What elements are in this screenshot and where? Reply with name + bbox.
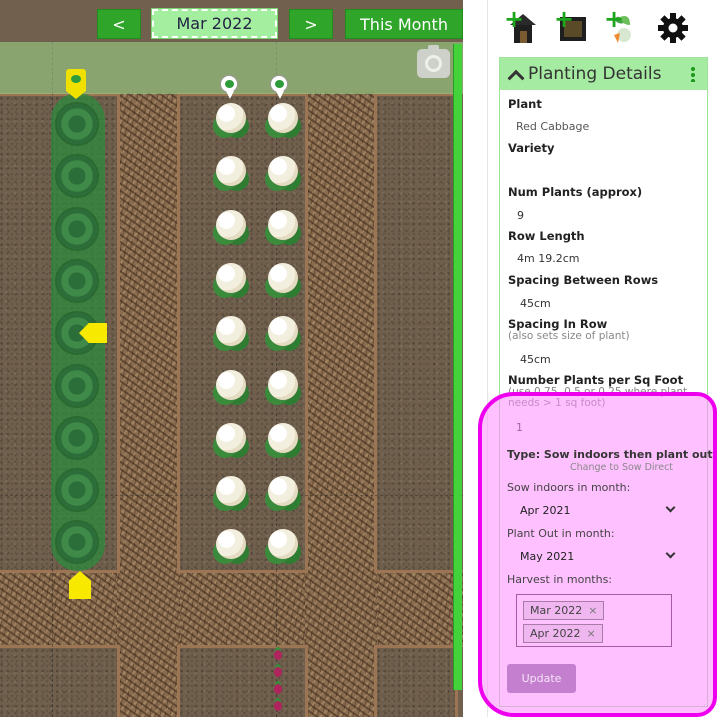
spacing-between-rows-label: Spacing Between Rows [508, 273, 659, 287]
num-plants-value[interactable]: 9 [517, 209, 524, 222]
remove-icon[interactable]: × [587, 627, 596, 640]
variety-label: Variety [508, 141, 555, 155]
harvest-month-chip: Apr 2022 × [523, 624, 603, 643]
plant-out-label: Plant Out in month: [507, 527, 615, 540]
garden-bed[interactable] [177, 645, 308, 717]
harvest-month-text: Mar 2022 [530, 604, 583, 617]
plants-per-sqft-label: Number Plants per Sq Foot [508, 373, 684, 387]
harvest-label: Harvest in months: [507, 573, 613, 586]
add-structure-icon[interactable]: + [504, 7, 540, 45]
cauliflower-plant[interactable] [216, 209, 246, 240]
cabbage-plant[interactable] [57, 470, 97, 511]
cauliflower-plant[interactable] [268, 369, 298, 400]
cabbage-plant[interactable] [57, 208, 97, 249]
card-title: Planting Details [528, 64, 662, 84]
spacing-in-row-hint: (also sets size of plant) [508, 330, 630, 342]
beetroot-plant[interactable] [274, 650, 282, 660]
sowing-type-label: Type: Sow indoors then plant out [507, 448, 713, 461]
sow-indoors-select[interactable]: Apr 2021 [510, 497, 680, 523]
cauliflower-plant[interactable] [268, 316, 298, 347]
this-month-button[interactable]: This Month [345, 9, 463, 39]
cauliflower-plant[interactable] [216, 262, 246, 293]
garden-bed[interactable] [0, 645, 120, 717]
harvest-month-chip: Mar 2022 × [523, 601, 605, 620]
mulch-path [305, 93, 377, 717]
vertical-scrollbar[interactable] [453, 44, 462, 690]
app-root: < Mar 2022 > This Month + + + Planting D… [0, 0, 717, 717]
cauliflower-plant[interactable] [268, 262, 298, 293]
plant-marker[interactable] [270, 75, 288, 99]
beetroot-plant[interactable] [274, 684, 282, 694]
sow-indoors-value: Apr 2021 [520, 503, 571, 517]
plant-label: Plant [508, 97, 542, 111]
cabbage-plant[interactable] [57, 104, 97, 144]
cabbage-plant[interactable] [57, 365, 97, 406]
plant-value: Red Cabbage [516, 120, 590, 133]
chevron-down-icon [665, 502, 676, 513]
cauliflower-plant[interactable] [268, 422, 298, 453]
more-menu-icon[interactable] [691, 66, 695, 82]
harvest-month-text: Apr 2022 [530, 627, 581, 640]
cabbage-plant[interactable] [57, 260, 97, 301]
cauliflower-plant[interactable] [216, 422, 246, 453]
cauliflower-plant[interactable] [216, 103, 246, 133]
cauliflower-plant[interactable] [268, 476, 298, 507]
plant-out-select[interactable]: May 2021 [510, 543, 680, 569]
plant-dot-icon [71, 75, 81, 83]
mulch-path [117, 93, 180, 717]
cabbage-plant[interactable] [57, 417, 97, 458]
beetroot-plant[interactable] [274, 667, 282, 677]
plant-out-value: May 2021 [520, 549, 575, 563]
garden-bed[interactable] [374, 645, 458, 717]
add-plant-icon[interactable]: + [604, 7, 640, 45]
chevron-up-icon[interactable] [507, 69, 525, 87]
card-header[interactable]: Planting Details [500, 58, 707, 90]
plant-dot-icon [275, 80, 284, 88]
selected-plant-marker[interactable] [66, 69, 86, 99]
cauliflower-plant[interactable] [216, 369, 246, 400]
spacing-in-row-label: Spacing In Row [508, 317, 608, 331]
harvest-months-multiselect[interactable]: Mar 2022 × Apr 2022 × [516, 594, 672, 647]
cauliflower-plant[interactable] [268, 209, 298, 240]
cauliflower-plant[interactable] [268, 103, 298, 133]
row-length-value[interactable]: 4m 19.2cm [517, 252, 579, 265]
add-bed-icon[interactable]: + [554, 7, 590, 45]
current-month-display: Mar 2022 [151, 8, 278, 39]
spacing-between-rows-value[interactable]: 45cm [520, 297, 551, 310]
update-button[interactable]: Update [507, 664, 576, 693]
settings-icon[interactable] [656, 11, 690, 45]
prev-month-button[interactable]: < [97, 9, 141, 39]
cauliflower-plant[interactable] [216, 316, 246, 347]
cauliflower-plant[interactable] [216, 476, 246, 507]
next-month-button[interactable]: > [289, 9, 333, 39]
num-plants-label: Num Plants (approx) [508, 185, 643, 199]
spacing-in-row-value[interactable]: 45cm [520, 353, 551, 366]
sow-indoors-label: Sow indoors in month: [507, 481, 631, 494]
change-sowing-type-link[interactable]: Change to Sow Direct [570, 462, 673, 473]
plant-marker[interactable] [220, 75, 238, 99]
chevron-down-icon [665, 548, 676, 559]
remove-icon[interactable]: × [588, 604, 597, 617]
camera-icon[interactable] [417, 45, 450, 78]
beetroot-plant[interactable] [274, 701, 282, 711]
plant-dot-icon [225, 80, 234, 88]
garden-canvas[interactable] [0, 0, 463, 717]
row-length-label: Row Length [508, 229, 585, 243]
garden-bed[interactable] [374, 93, 458, 573]
